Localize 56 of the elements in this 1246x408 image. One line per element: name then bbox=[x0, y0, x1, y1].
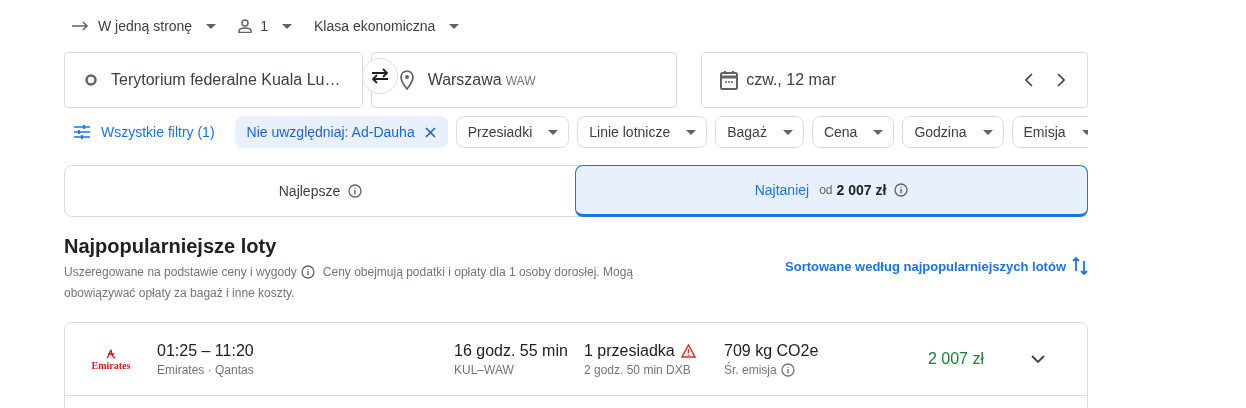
sort-tab[interactable]: Najtaniej od 2 007 zł bbox=[575, 165, 1088, 217]
calendar-icon bbox=[720, 70, 739, 90]
trip-type-dropdown[interactable]: W jedną stronę bbox=[72, 18, 217, 34]
price-note: Ceny obejmują podatki i opłaty dla 1 osoby dorosłej. Mogą bbox=[322, 265, 633, 279]
cabin-class-dropdown[interactable]: Klasa ekonomiczna bbox=[313, 18, 460, 34]
sliders-icon bbox=[74, 125, 90, 139]
destination-field[interactable]: Warszawa WAW bbox=[370, 52, 678, 108]
circle-icon bbox=[85, 74, 97, 86]
airline-names: Emirates · Qantas bbox=[157, 362, 255, 377]
chevron-left-icon bbox=[1025, 73, 1033, 87]
info-icon bbox=[894, 183, 909, 197]
flight-duration: 16 godz. 55 min bbox=[454, 341, 569, 360]
airline-logo: Emirates bbox=[65, 347, 157, 371]
stops-count: 1 przesiadka bbox=[584, 341, 675, 360]
filter-dropdown[interactable]: Godzina bbox=[902, 116, 1004, 148]
caret-icon bbox=[1081, 129, 1088, 135]
emblem-icon bbox=[105, 347, 117, 360]
caret-icon bbox=[982, 129, 993, 135]
caret-icon bbox=[548, 129, 559, 135]
active-filter-chip[interactable]: Nie uwzględniaj: Ad-Dauha bbox=[234, 116, 448, 148]
section-title: Najpopularniejsze loty bbox=[64, 235, 278, 258]
route-codes: KUL–WAW bbox=[454, 362, 515, 377]
info-icon bbox=[300, 265, 315, 279]
swap-arrows-icon bbox=[370, 68, 390, 84]
flight-times: 01:25 – 11:20 bbox=[157, 341, 255, 360]
chevron-down-icon bbox=[1031, 355, 1045, 363]
passengers-dropdown[interactable]: 1 bbox=[238, 18, 292, 34]
info-icon bbox=[348, 184, 363, 198]
filter-dropdown[interactable]: Linie lotnicze bbox=[577, 116, 708, 148]
sort-arrows-icon bbox=[1072, 256, 1088, 276]
caret-icon bbox=[281, 23, 292, 29]
person-icon bbox=[238, 19, 253, 33]
chevron-right-icon bbox=[1057, 73, 1065, 87]
emissions-label: Śr. emisja bbox=[724, 362, 777, 377]
location-pin-icon bbox=[399, 70, 414, 90]
layover-detail: 2 godz. 50 min DXB bbox=[584, 362, 692, 377]
filter-dropdown[interactable]: Bagaż bbox=[715, 116, 804, 148]
price-note: obowiązywać opłaty za bagaż i inne koszty. bbox=[64, 286, 295, 300]
caret-icon bbox=[782, 129, 793, 135]
caret-icon bbox=[686, 129, 697, 135]
filter-dropdown[interactable]: Emisja bbox=[1011, 116, 1088, 148]
close-icon bbox=[424, 126, 436, 138]
flight-price: 2 007 zł bbox=[926, 350, 984, 368]
emissions-value: 709 kg CO2e bbox=[724, 341, 820, 360]
arrow-right-icon bbox=[72, 21, 90, 31]
date-field[interactable]: czw., 12 mar bbox=[701, 52, 1088, 108]
sort-link[interactable]: Sortowane według najpopularniejszych lotów bbox=[785, 256, 1088, 276]
origin-field[interactable]: Terytorium federalne Kuala Lu… bbox=[64, 52, 363, 108]
ranking-note: Uszeregowane na podstawie ceny i wygody bbox=[64, 265, 297, 279]
swap-button[interactable] bbox=[362, 58, 398, 94]
caret-icon bbox=[206, 23, 217, 29]
caret-icon bbox=[873, 129, 884, 135]
filter-dropdown[interactable]: Przesiadki bbox=[455, 116, 570, 148]
caret-icon bbox=[449, 23, 460, 29]
filter-dropdown[interactable]: Cena bbox=[811, 116, 895, 148]
info-icon bbox=[780, 362, 795, 377]
